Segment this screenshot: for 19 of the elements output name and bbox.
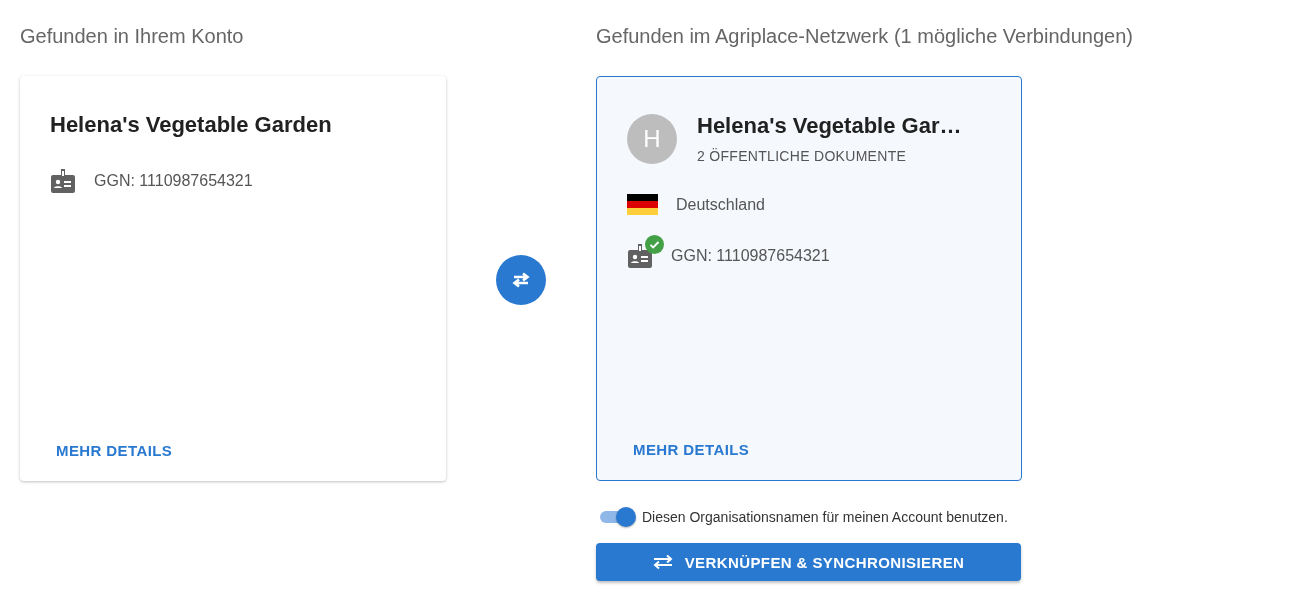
id-badge-icon: [627, 243, 653, 269]
more-details-link[interactable]: MEHR DETAILS: [627, 441, 756, 458]
organization-name: Helena's Vegetable Gar…: [697, 113, 962, 139]
section-heading: Gefunden in Ihrem Konto: [20, 24, 244, 49]
section-heading: Gefunden im Agriplace-Netzwerk (1 mögliche Verbindungen): [596, 24, 1133, 49]
id-badge-icon: [50, 168, 76, 194]
swap-icon[interactable]: [496, 255, 546, 305]
toggle-label: Diesen Organisationsnamen für meinen Account benutzen.: [642, 509, 1008, 525]
more-details-link[interactable]: MEHR DETAILS: [50, 442, 179, 459]
organization-name: Helena's Vegetable Garden: [50, 112, 332, 138]
documents-count: 2 ÖFFENTLICHE DOKUMENTE: [697, 148, 908, 164]
flag-icon: [627, 194, 658, 215]
link-sync-button[interactable]: VERKNÜPFEN & SYNCHRONISIEREN: [596, 543, 1021, 581]
fact-text: GGN: 1110987654321: [671, 247, 830, 265]
swap-icon: [652, 554, 673, 570]
fact-text: Deutschland: [676, 195, 765, 214]
toggle-switch[interactable]: [600, 507, 636, 527]
fact-text: GGN: 1110987654321: [94, 172, 253, 190]
avatar: H: [627, 113, 677, 164]
